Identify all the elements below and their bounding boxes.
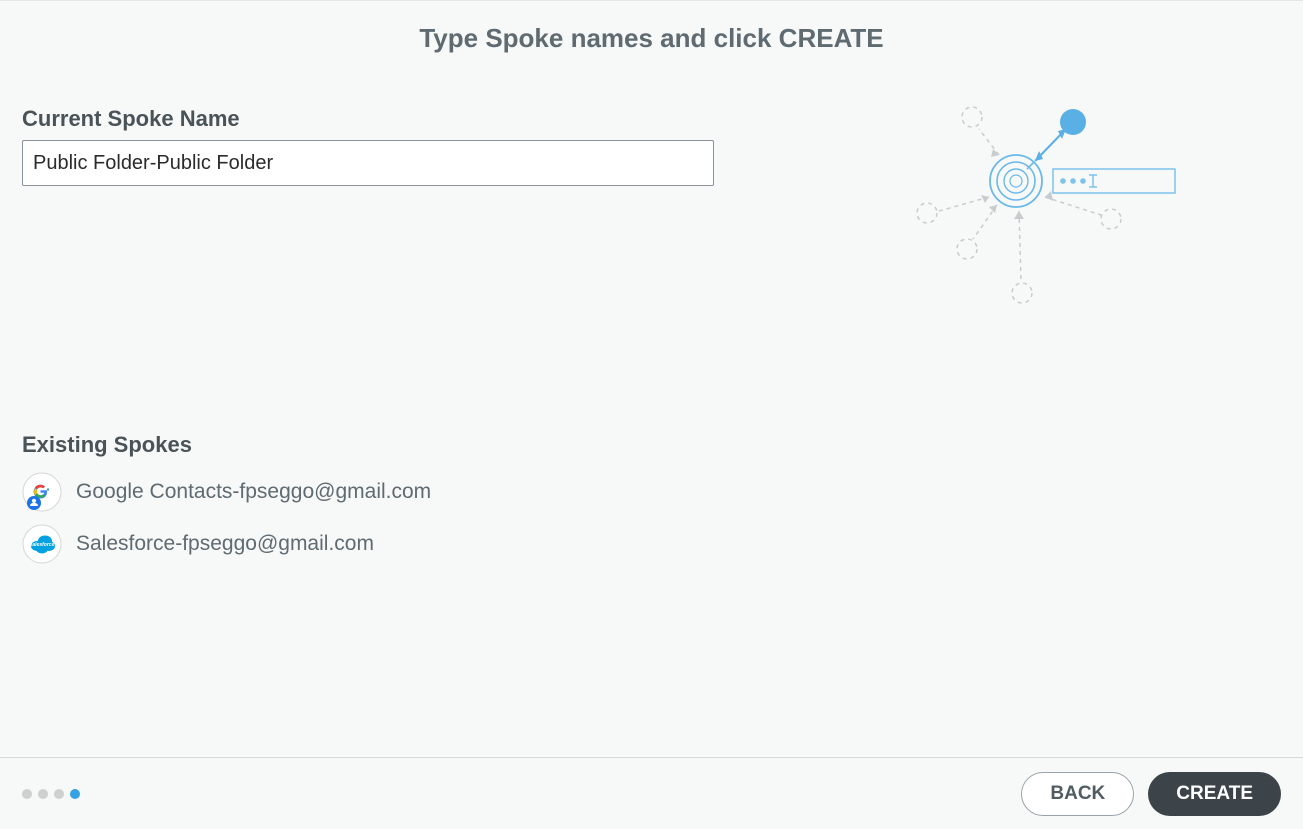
step-dot-1 bbox=[22, 789, 32, 799]
svg-text:salesforce: salesforce bbox=[30, 542, 55, 548]
step-dot-4 bbox=[70, 789, 80, 799]
existing-spokes-title: Existing Spokes bbox=[22, 432, 1281, 458]
page-title: Type Spoke names and click CREATE bbox=[22, 23, 1281, 54]
existing-spoke-row: Google Contacts-fpseggo@gmail.com bbox=[22, 472, 1281, 512]
existing-spoke-row: salesforce Salesforce-fpseggo@gmail.com bbox=[22, 524, 1281, 564]
existing-spokes-section: Existing Spokes Google Contacts-fpseggo@… bbox=[22, 432, 1281, 564]
footer-buttons: BACK CREATE bbox=[1021, 772, 1281, 816]
step-dot-3 bbox=[54, 789, 64, 799]
existing-spoke-label: Salesforce-fpseggo@gmail.com bbox=[76, 532, 374, 556]
salesforce-icon: salesforce bbox=[22, 524, 62, 564]
form-section: Current Spoke Name bbox=[22, 106, 1281, 186]
content-area: Type Spoke names and click CREATE Curren… bbox=[0, 1, 1303, 757]
spoke-name-input[interactable] bbox=[22, 140, 714, 186]
google-contacts-icon bbox=[22, 472, 62, 512]
progress-stepper bbox=[22, 789, 80, 799]
back-button[interactable]: BACK bbox=[1021, 772, 1134, 816]
existing-spoke-label: Google Contacts-fpseggo@gmail.com bbox=[76, 480, 431, 504]
spoke-name-label: Current Spoke Name bbox=[22, 106, 1281, 132]
create-button[interactable]: CREATE bbox=[1148, 772, 1281, 816]
step-dot-2 bbox=[38, 789, 48, 799]
footer-bar: BACK CREATE bbox=[0, 757, 1303, 829]
